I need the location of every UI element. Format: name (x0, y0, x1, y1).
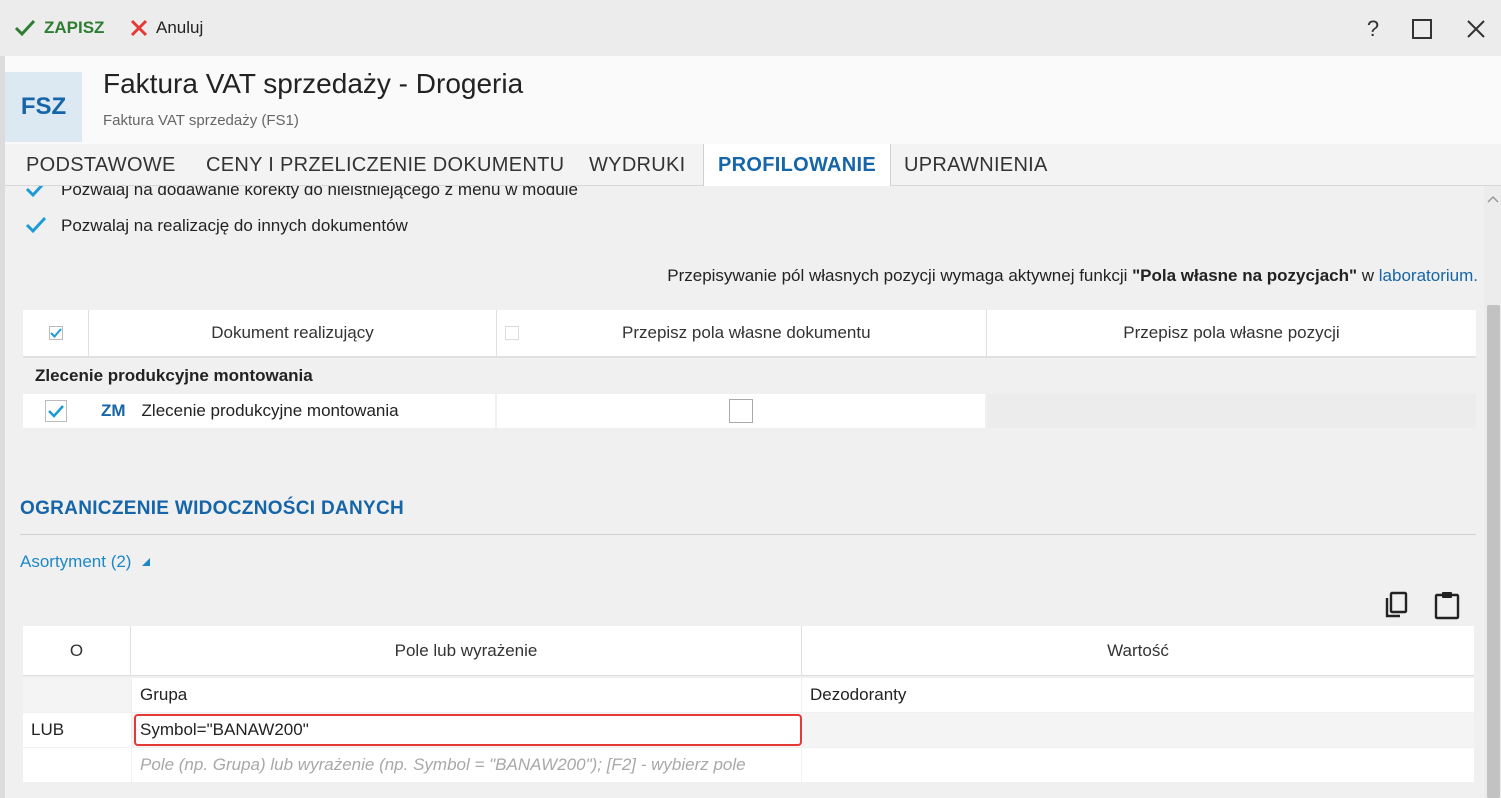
help-icon: ? (1366, 16, 1380, 41)
copy-icon (1385, 591, 1408, 618)
group-header: Zlecenie produkcyjne montowania (35, 366, 313, 385)
close-window-button[interactable] (1461, 14, 1491, 44)
table-row[interactable]: ZM Zlecenie produkcyjne montowania (23, 394, 1476, 428)
checkmark-icon (48, 404, 64, 418)
triangle-up-icon (142, 558, 151, 566)
section-title: OGRANICZENIE WIDOCZNOŚCI DANYCH (20, 498, 405, 519)
document-cell[interactable]: ZM Zlecenie produkcyjne montowania (89, 394, 495, 428)
document-code: ZM (101, 401, 126, 420)
row-select-cell[interactable] (23, 394, 89, 428)
table-row[interactable]: Grupa Dezodoranty (23, 678, 1474, 712)
assortment-toggle[interactable]: Asortyment (2) (20, 552, 152, 572)
option-label: Pozwalaj na dodawanie korekty do nieistn… (61, 186, 578, 199)
info-text: w (1357, 266, 1379, 285)
tab-bar: PODSTAWOWE CENY I PRZELICZENIE DOKUMENTU… (5, 144, 1501, 186)
field-placeholder: Pole (np. Grupa) lub wyrażenie (np. Symb… (140, 755, 746, 774)
field-edit-input[interactable]: Symbol="BANAW200" (134, 714, 802, 746)
column-header[interactable]: Przepisz pola własne dokumentu (497, 310, 987, 356)
column-header[interactable]: Przepisz pola własne pozycji (987, 310, 1476, 356)
copy-button[interactable] (1380, 588, 1412, 622)
value-cell[interactable]: Dezodoranty (802, 678, 1474, 712)
column-header[interactable]: Wartość (802, 626, 1474, 676)
operator-cell[interactable] (23, 678, 131, 712)
column-header[interactable]: Pole lub wyrażenie (131, 626, 802, 676)
column-header[interactable]: O (23, 626, 131, 676)
column-checkbox[interactable] (505, 326, 519, 340)
laboratorium-link[interactable]: laboratorium. (1379, 266, 1478, 285)
new-row[interactable]: Pole (np. Grupa) lub wyrażenie (np. Symb… (23, 748, 1474, 782)
table-header: Dokument realizujący Przepisz pola własn… (23, 310, 1476, 358)
value-cell[interactable] (802, 713, 1474, 747)
paste-button[interactable] (1431, 588, 1463, 622)
info-bold: "Pola własne na pozycjach" (1132, 266, 1358, 285)
filter-grid: O Pole lub wyrażenie Wartość Grupa Dezod… (23, 626, 1474, 782)
info-message: Przepisywanie pól własnych pozycji wymag… (667, 266, 1478, 286)
select-all-checkbox[interactable] (48, 326, 63, 340)
maximize-icon (1412, 19, 1432, 39)
assortment-label: Asortyment (2) (20, 552, 132, 571)
save-label: ZAPISZ (44, 18, 105, 37)
operator-cell[interactable] (23, 748, 131, 782)
tab-wydruki[interactable]: WYDRUKI (589, 144, 686, 186)
tab-profilowanie[interactable]: PROFILOWANIE (703, 144, 892, 186)
info-text: Przepisywanie pól własnych pozycji wymag… (667, 266, 1133, 285)
option-label: Pozwalaj na realizację do innych dokumen… (61, 216, 408, 235)
toolbar: ZAPISZ Anuluj ? (0, 0, 1501, 56)
cancel-label: Anuluj (156, 18, 204, 37)
document-type-badge: FSZ (5, 72, 82, 142)
cancel-button[interactable]: Anuluj (130, 16, 203, 40)
scrollbar-thumb[interactable] (1487, 305, 1500, 798)
column-header-label: Przepisz pola własne dokumentu (622, 323, 871, 342)
new-field-input[interactable]: Pole (np. Grupa) lub wyrażenie (np. Symb… (132, 748, 801, 782)
copy-pos-fields-cell (987, 394, 1476, 428)
realization-table: Dokument realizujący Przepisz pola własn… (23, 310, 1476, 428)
document-header: FSZ Faktura VAT sprzedaży - Drogeria Fak… (5, 56, 1501, 144)
tab-podstawowe[interactable]: PODSTAWOWE (26, 144, 176, 186)
divider (20, 534, 1476, 535)
checkmark-icon (14, 19, 36, 37)
save-button[interactable]: ZAPISZ (14, 16, 104, 40)
option-checkbox[interactable] (23, 212, 49, 238)
tab-ceny[interactable]: CENY I PRZELICZENIE DOKUMENTU (206, 144, 564, 186)
profile-content: Pozwalaj na dodawanie korekty do nieistn… (5, 186, 1484, 798)
table-header: O Pole lub wyrażenie Wartość (23, 626, 1474, 676)
checkmark-icon (25, 186, 44, 198)
close-x-icon (130, 19, 148, 37)
field-cell[interactable]: Grupa (132, 678, 801, 712)
option-checkbox[interactable] (23, 186, 49, 202)
table-row[interactable]: LUB Symbol="BANAW200" (23, 713, 1474, 747)
scroll-up-icon[interactable] (1487, 192, 1499, 206)
operator-cell[interactable]: LUB (23, 713, 131, 747)
value-cell[interactable] (802, 748, 1474, 782)
copy-doc-fields-cell[interactable] (497, 394, 985, 428)
page-subtitle: Faktura VAT sprzedaży (FS1) (103, 112, 299, 129)
page-title: Faktura VAT sprzedaży - Drogeria (103, 68, 524, 99)
document-name: Zlecenie produkcyjne montowania (141, 401, 399, 420)
help-button[interactable]: ? (1358, 14, 1388, 44)
header-select-all[interactable] (23, 310, 89, 356)
checkmark-icon (25, 216, 47, 234)
column-header[interactable]: Dokument realizujący (89, 310, 497, 356)
paste-icon (1434, 592, 1460, 620)
row-checkbox[interactable] (45, 400, 67, 422)
maximize-button[interactable] (1407, 14, 1437, 44)
checkmark-icon (49, 328, 62, 338)
tab-uprawnienia[interactable]: UPRAWNIENIA (904, 144, 1048, 186)
copy-doc-fields-checkbox[interactable] (729, 399, 753, 423)
close-icon (1467, 20, 1485, 38)
